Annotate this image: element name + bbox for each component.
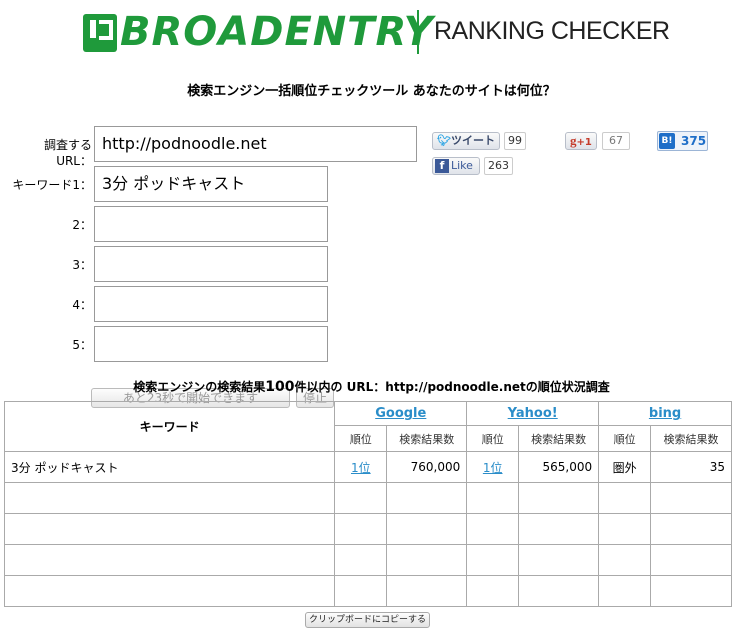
google-count-header: 検索結果数 [386,425,468,452]
table-row: 3分 ポッドキャスト 1位 760,000 1位 565,000 圏外 35 [3,451,732,483]
facebook-like-button[interactable]: f Like [432,157,480,175]
yahoo-rank-header: 順位 [466,425,520,452]
bing-count-cell: 35 [650,451,732,483]
facebook-like-label: Like [451,159,473,172]
tweet-label: ツイート [450,134,495,147]
keyword-3-input[interactable] [94,246,328,282]
keyword-4-label: 4： [72,298,92,312]
keyword-3-label: 3： [72,258,92,272]
keyword-2-label: 2： [72,218,92,232]
gplus-count: 67 [602,132,630,150]
keyword-5-input[interactable] [94,326,328,362]
keyword-4-input[interactable] [94,286,328,322]
hatena-bookmark-button[interactable]: B! 375 [657,131,708,151]
product-name: RANKING CHECKER [434,17,670,45]
yahoo-rank-cell: 1位 [466,451,520,483]
twitter-bird-icon: 🐦︎ [437,134,451,147]
gplus-label: +1 [576,137,592,148]
tweet-count: 99 [504,132,526,150]
keyword-2-input[interactable] [94,206,328,242]
hatena-icon: B! [659,133,675,149]
url-label: 調査するURL： [43,138,92,168]
google-rank-cell: 1位 [334,451,388,483]
results-table: キーワード Google Yahoo! bing 順位 検索結果数 順位 検索結… [3,401,732,607]
hatena-count: 375 [681,134,707,148]
facebook-icon: f [435,159,449,173]
table-row [3,575,732,607]
yahoo-count-header: 検索結果数 [518,425,600,452]
keyword-5-label: 5： [72,338,92,352]
yahoo-link[interactable]: Yahoo! [508,406,558,421]
yahoo-column-header: Yahoo! [466,401,600,426]
facebook-like-count: 263 [484,157,513,175]
logo-divider [417,10,419,54]
bing-link[interactable]: bing [649,406,681,421]
google-count-cell: 760,000 [386,451,468,483]
table-row [3,513,732,545]
copy-to-clipboard-button[interactable]: クリップボードにコピーする [305,612,430,628]
bing-count-header: 検索結果数 [650,425,732,452]
bing-rank-header: 順位 [598,425,652,452]
tweet-button[interactable]: 🐦︎ツイート [432,132,500,150]
table-row [3,482,732,514]
table-row [3,544,732,576]
keyword-1-input[interactable]: 3分 ポッドキャスト [94,166,328,202]
bing-rank-cell: 圏外 [598,451,652,483]
google-rank-header: 順位 [334,425,388,452]
yahoo-count-cell: 565,000 [518,451,600,483]
logo-icon [83,14,117,52]
row-keyword: 3分 ポッドキャスト [3,451,336,483]
url-input[interactable]: http://podnoodle.net [94,126,417,162]
keyword-column-header: キーワード [3,401,336,452]
tagline: 検索エンジン一括順位チェックツール あなたのサイトは何位？ [187,84,556,99]
google-link[interactable]: Google [375,406,426,421]
yahoo-rank-link[interactable]: 1位 [483,461,503,475]
gplus-button[interactable]: g+1 [565,132,597,150]
keyword-1-label: キーワード1： [12,178,92,192]
google-rank-link[interactable]: 1位 [351,461,371,475]
bing-column-header: bing [598,401,732,426]
google-column-header: Google [334,401,468,426]
brand-logo: BROADENTRY [120,9,434,55]
search-scope-notice: 検索エンジンの検索結果100件以内の URL：http://podnoodle.… [133,379,610,395]
